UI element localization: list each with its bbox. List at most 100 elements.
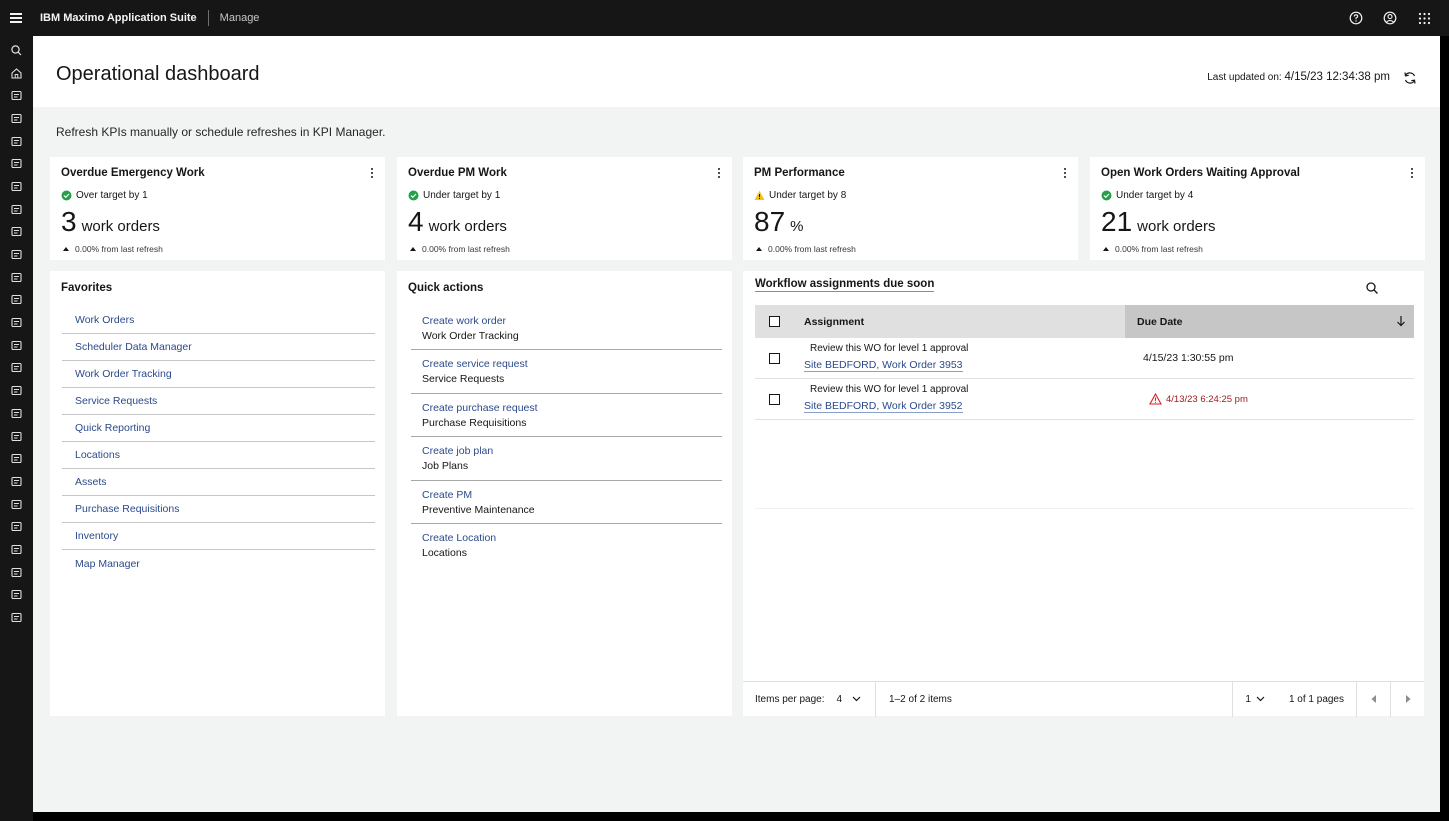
kpi-card[interactable]: Overdue PM Work Under target by 1 4 work or… bbox=[397, 157, 732, 260]
table-row[interactable]: Review this WO for level 1 approval Site … bbox=[755, 379, 1414, 420]
quick-action-item: Create Location Locations bbox=[411, 524, 722, 567]
help-icon bbox=[1349, 11, 1363, 25]
last-updated-value: 4/15/23 12:34:38 pm bbox=[1284, 71, 1391, 83]
sidenav-item-17[interactable] bbox=[0, 425, 33, 448]
column-due-date[interactable]: Due Date bbox=[1125, 305, 1414, 338]
sort-descending-icon[interactable] bbox=[1396, 315, 1406, 327]
refresh-button[interactable] bbox=[1402, 70, 1418, 86]
sidenav-item-18[interactable] bbox=[0, 447, 33, 470]
sidenav-item-1[interactable] bbox=[0, 62, 33, 85]
quick-action-link[interactable]: Create job plan bbox=[422, 445, 722, 457]
next-page-button[interactable] bbox=[1390, 681, 1424, 717]
assignment-description: Review this WO for level 1 approval bbox=[810, 384, 969, 395]
quick-action-link[interactable]: Create service request bbox=[422, 358, 722, 370]
select-all-checkbox[interactable] bbox=[769, 316, 780, 327]
favorite-link[interactable]: Assets bbox=[62, 469, 375, 496]
sidenav-item-11[interactable] bbox=[0, 289, 33, 312]
sidenav-item-4[interactable] bbox=[0, 130, 33, 153]
app-switcher-button[interactable] bbox=[1407, 0, 1441, 36]
sidenav-item-14[interactable] bbox=[0, 357, 33, 380]
page-select[interactable]: 1 bbox=[1233, 682, 1277, 716]
kpi-delta-text: 0.00% from last refresh bbox=[422, 244, 510, 254]
sidenav-item-12[interactable] bbox=[0, 311, 33, 334]
favorite-link[interactable]: Scheduler Data Manager bbox=[62, 334, 375, 361]
sidenav-item-7[interactable] bbox=[0, 198, 33, 221]
app-switcher-icon bbox=[1418, 12, 1430, 24]
sidenav-item-6[interactable] bbox=[0, 175, 33, 198]
workflow-search-button[interactable] bbox=[1365, 281, 1379, 295]
quick-action-app: Service Requests bbox=[422, 373, 505, 386]
kpi-number: 21 bbox=[1101, 206, 1133, 237]
kpi-value: 87% bbox=[754, 208, 804, 236]
user-profile-icon bbox=[1383, 11, 1397, 25]
sidenav-item-5[interactable] bbox=[0, 152, 33, 175]
kpi-overflow-menu[interactable] bbox=[716, 166, 722, 180]
kpi-overflow-menu[interactable] bbox=[369, 166, 375, 180]
favorite-link[interactable]: Quick Reporting bbox=[62, 415, 375, 442]
row-checkbox[interactable] bbox=[769, 352, 780, 364]
home-icon bbox=[11, 67, 22, 79]
menu-button[interactable] bbox=[0, 0, 32, 36]
user-profile-button[interactable] bbox=[1373, 0, 1407, 36]
page-title: Operational dashboard bbox=[56, 63, 260, 85]
last-updated: Last updated on: 4/15/23 12:34:38 pm bbox=[1207, 71, 1390, 83]
last-updated-label: Last updated on: bbox=[1207, 72, 1282, 83]
favorite-link[interactable]: Work Order Tracking bbox=[62, 361, 375, 388]
sidenav-item-3[interactable] bbox=[0, 107, 33, 130]
quick-action-link[interactable]: Create Location bbox=[422, 532, 722, 544]
sidenav-item-25[interactable] bbox=[0, 606, 33, 629]
favorite-link[interactable]: Inventory bbox=[62, 523, 375, 550]
sidenav-item-23[interactable] bbox=[0, 561, 33, 584]
caret-up-icon bbox=[63, 247, 69, 251]
sidenav-item-15[interactable] bbox=[0, 379, 33, 402]
people-icon bbox=[11, 136, 22, 146]
quick-actions-title: Quick actions bbox=[408, 282, 484, 294]
favorite-link[interactable]: Service Requests bbox=[62, 388, 375, 415]
favorite-link[interactable]: Purchase Requisitions bbox=[62, 496, 375, 523]
favorite-link[interactable]: Work Orders bbox=[62, 307, 375, 334]
work-order-link[interactable]: Site BEDFORD, Work Order 3952 bbox=[804, 400, 963, 413]
kpi-card[interactable]: Overdue Emergency Work Over target by 1 3w… bbox=[50, 157, 385, 260]
workflow-panel: Workflow assignments due soon Assignment… bbox=[743, 271, 1424, 717]
kpi-status: Under target by 4 bbox=[1101, 190, 1193, 201]
sidenav-item-20[interactable] bbox=[0, 493, 33, 516]
table-bottom-divider bbox=[755, 508, 1414, 509]
column-due-date-label: Due Date bbox=[1137, 315, 1183, 328]
sidenav-item-21[interactable] bbox=[0, 515, 33, 538]
caret-left-icon bbox=[1371, 695, 1376, 703]
sidenav-item-0[interactable] bbox=[0, 39, 33, 62]
tools-icon bbox=[11, 181, 22, 192]
brand-name[interactable]: IBM Maximo Application Suite bbox=[40, 12, 197, 24]
sidenav-item-19[interactable] bbox=[0, 470, 33, 493]
kpi-status-text: Over target by 1 bbox=[76, 190, 148, 201]
task-icon bbox=[11, 612, 22, 623]
kpi-overflow-menu[interactable] bbox=[1409, 166, 1415, 180]
quick-action-link[interactable]: Create PM bbox=[422, 489, 722, 501]
sidenav-item-24[interactable] bbox=[0, 584, 33, 607]
row-checkbox[interactable] bbox=[769, 393, 780, 405]
kpi-card[interactable]: Open Work Orders Waiting Approval Under t… bbox=[1090, 157, 1425, 260]
sidenav-item-2[interactable] bbox=[0, 84, 33, 107]
sidenav-item-16[interactable] bbox=[0, 402, 33, 425]
kpi-card[interactable]: PM Performance Under target by 8 87% 0.00% … bbox=[743, 157, 1078, 260]
quick-action-link[interactable]: Create work order bbox=[422, 315, 722, 327]
items-per-page-value: 4 bbox=[836, 693, 843, 705]
sidenav-item-9[interactable] bbox=[0, 243, 33, 266]
checklist-icon bbox=[11, 590, 22, 600]
sidenav-item-10[interactable] bbox=[0, 266, 33, 289]
favorite-link[interactable]: Map Manager bbox=[62, 550, 375, 577]
items-per-page-select[interactable]: 4 bbox=[836, 694, 861, 705]
work-order-link[interactable]: Site BEDFORD, Work Order 3953 bbox=[804, 359, 963, 372]
sidenav-item-8[interactable] bbox=[0, 221, 33, 244]
kpi-info-text: Refresh KPIs manually or schedule refres… bbox=[56, 125, 386, 139]
sidenav-item-22[interactable] bbox=[0, 538, 33, 561]
favorite-link[interactable]: Locations bbox=[62, 442, 375, 469]
previous-page-button[interactable] bbox=[1356, 681, 1390, 717]
help-button[interactable] bbox=[1339, 0, 1373, 36]
table-row[interactable]: Review this WO for level 1 approval Site … bbox=[755, 338, 1414, 379]
sidenav-item-13[interactable] bbox=[0, 334, 33, 357]
quick-action-link[interactable]: Create purchase request bbox=[422, 402, 722, 414]
kpi-overflow-menu[interactable] bbox=[1062, 166, 1068, 180]
kpi-status: Under target by 8 bbox=[754, 190, 846, 201]
column-assignment[interactable]: Assignment bbox=[794, 305, 1125, 338]
